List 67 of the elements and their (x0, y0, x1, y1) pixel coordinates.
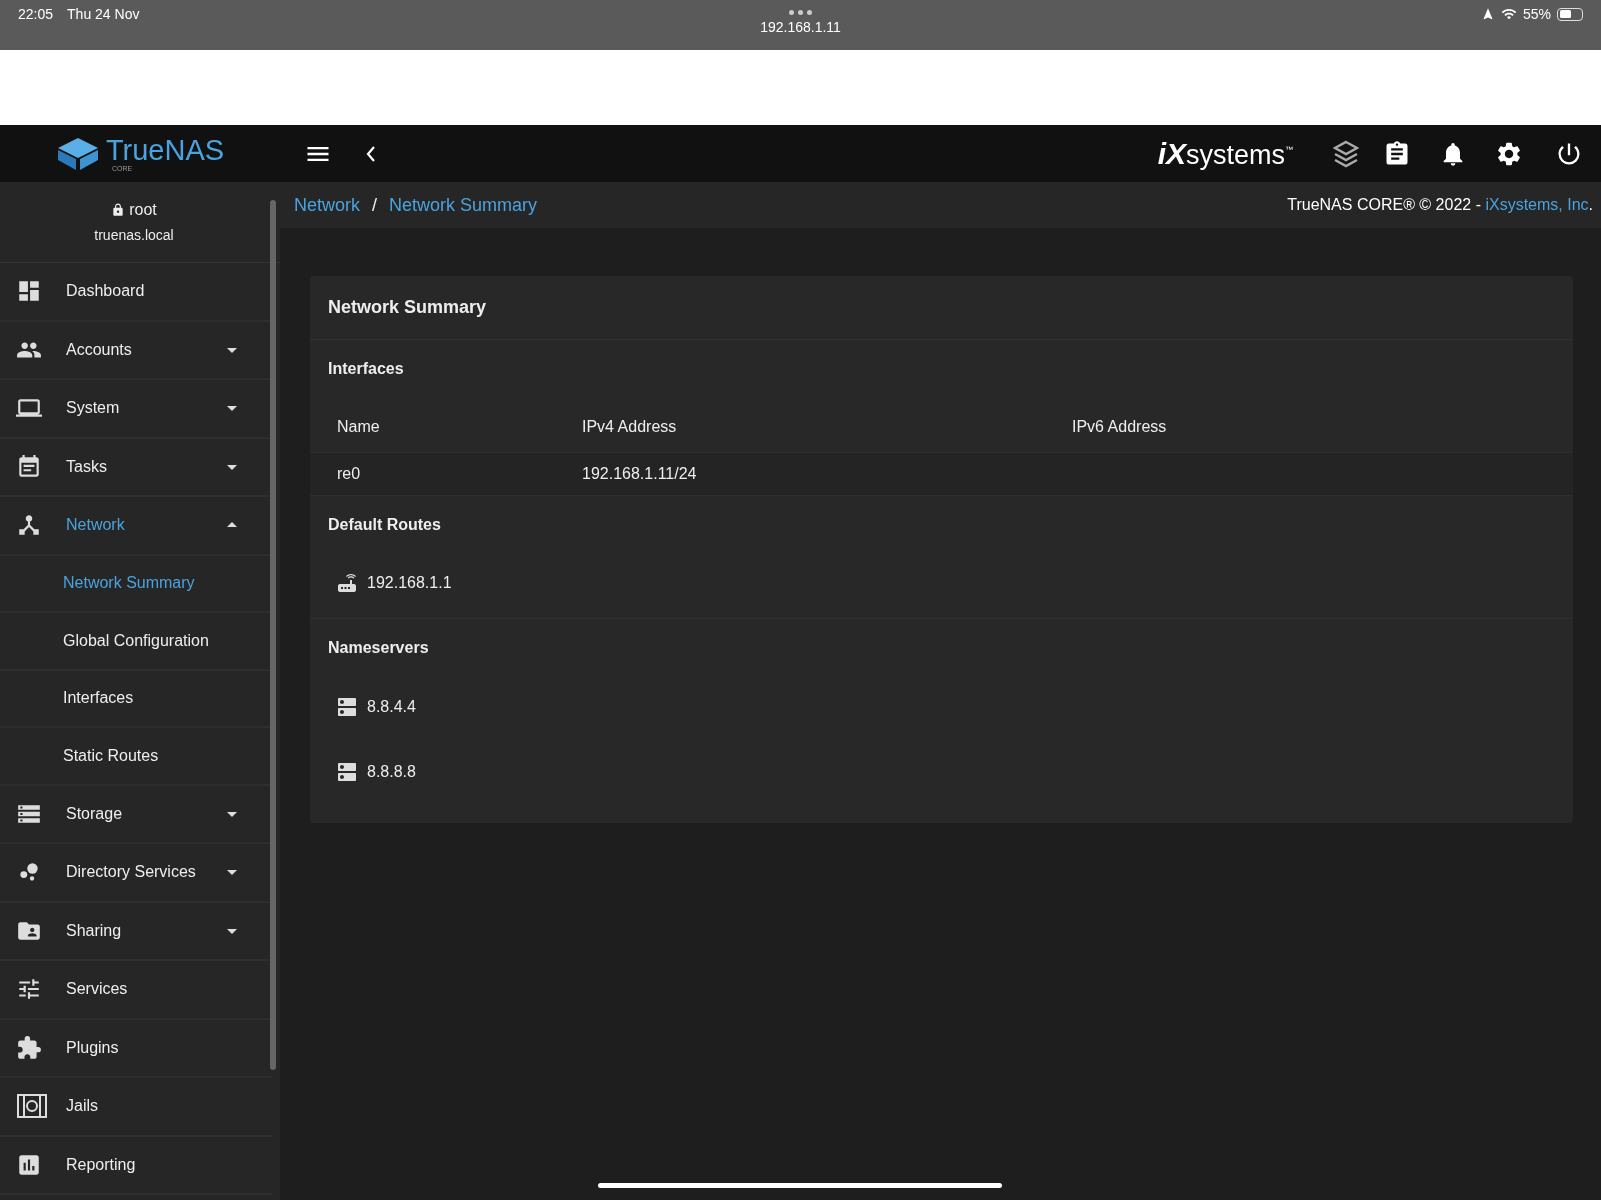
sidebar-item-label: Directory Services (66, 863, 197, 882)
sidebar-item-label: Services (66, 980, 129, 999)
sidebar-item[interactable]: Sharing (0, 902, 272, 961)
copyright-text: TrueNAS CORE® © 2022 - iXsystems, Inc. (1287, 196, 1593, 214)
more-dots-icon[interactable] (789, 10, 812, 15)
battery-icon (1557, 7, 1583, 21)
sidebar-item-label: Reporting (66, 1155, 137, 1174)
cube-logo-icon (55, 135, 100, 172)
status-time: 22:05 (18, 6, 54, 22)
sidebar-item[interactable]: Storage (0, 785, 272, 844)
company-link[interactable]: iXsystems, Inc (1485, 196, 1589, 213)
sidebar-item-label: Network (66, 516, 126, 535)
sidebar-item[interactable]: Dashboard (0, 263, 272, 322)
wifi-icon (1500, 6, 1517, 22)
sidebar-item[interactable]: Services (0, 961, 272, 1020)
server-icon (335, 695, 359, 719)
calendar-icon (16, 453, 42, 480)
scrollbar[interactable] (270, 200, 276, 1070)
logo-text: TrueNAS (105, 135, 225, 165)
sidebar-item-label: Dashboard (66, 282, 146, 301)
user-name: root (129, 201, 157, 219)
submenu-item[interactable]: Network Summary (0, 555, 272, 613)
sidebar-item[interactable]: Jails (0, 1078, 272, 1137)
breadcrumb-link[interactable]: Network Summary (389, 194, 538, 216)
card-title: Network Summary (310, 276, 1573, 340)
submenu-item[interactable]: Global Configuration (0, 613, 272, 671)
section-title: Nameservers (327, 637, 430, 658)
chevron-left-icon (366, 145, 376, 162)
section-title: Default Routes (327, 514, 442, 535)
column-header: Name (310, 402, 555, 452)
host-name: truenas.local (94, 227, 174, 243)
sidebar-item[interactable]: Network (0, 497, 272, 556)
submenu-item[interactable]: Static Routes (0, 728, 272, 786)
nameserver-address: 8.8.4.4 (367, 698, 416, 716)
breadcrumb-separator: / (372, 194, 378, 216)
sidebar-item-label: Storage (66, 804, 124, 823)
column-header: IPv6 Address (1045, 402, 1573, 452)
status-date: Thu 24 Nov (67, 6, 140, 22)
sidebar-item[interactable]: Accounts (0, 321, 272, 380)
sidebar-item-label: Accounts (66, 340, 133, 359)
puzzle-icon (16, 1034, 42, 1061)
sidebar-item[interactable]: System (0, 380, 272, 439)
route-address: 192.168.1.1 (367, 573, 452, 592)
sidebar-item-label: Plugins (66, 1038, 120, 1057)
sidebar-item-label: System (66, 399, 121, 418)
table-cell: 192.168.1.11/24 (555, 452, 1045, 495)
url-text: 192.168.1.11 (760, 19, 841, 35)
sidebar-item[interactable]: Reporting (0, 1136, 272, 1195)
brand-logo: iXsystems™ (1157, 136, 1293, 171)
sidebar-item-label: Jails (66, 1097, 99, 1116)
sidebar-item[interactable]: Directory Services (0, 844, 272, 903)
breadcrumb-link[interactable]: Network (294, 194, 360, 216)
nameserver-address: 8.8.8.8 (367, 763, 416, 781)
battery-percent: 55% (1522, 6, 1551, 22)
submenu-item[interactable]: Interfaces (0, 670, 272, 728)
section-title: Interfaces (327, 359, 405, 379)
stack-icon[interactable] (1333, 139, 1359, 168)
sidebar-item-label: Sharing (66, 921, 123, 940)
jail-icon (16, 1093, 48, 1120)
sidebar-item[interactable]: Plugins (0, 1019, 272, 1078)
lock-icon (111, 203, 126, 217)
server-icon (335, 760, 359, 784)
back-button[interactable] (366, 145, 376, 162)
sidebar-item-label: Tasks (66, 457, 108, 476)
sidebar-item[interactable]: Tasks (0, 438, 272, 497)
table-cell: re0 (310, 452, 555, 495)
column-header: IPv4 Address (555, 402, 1045, 452)
